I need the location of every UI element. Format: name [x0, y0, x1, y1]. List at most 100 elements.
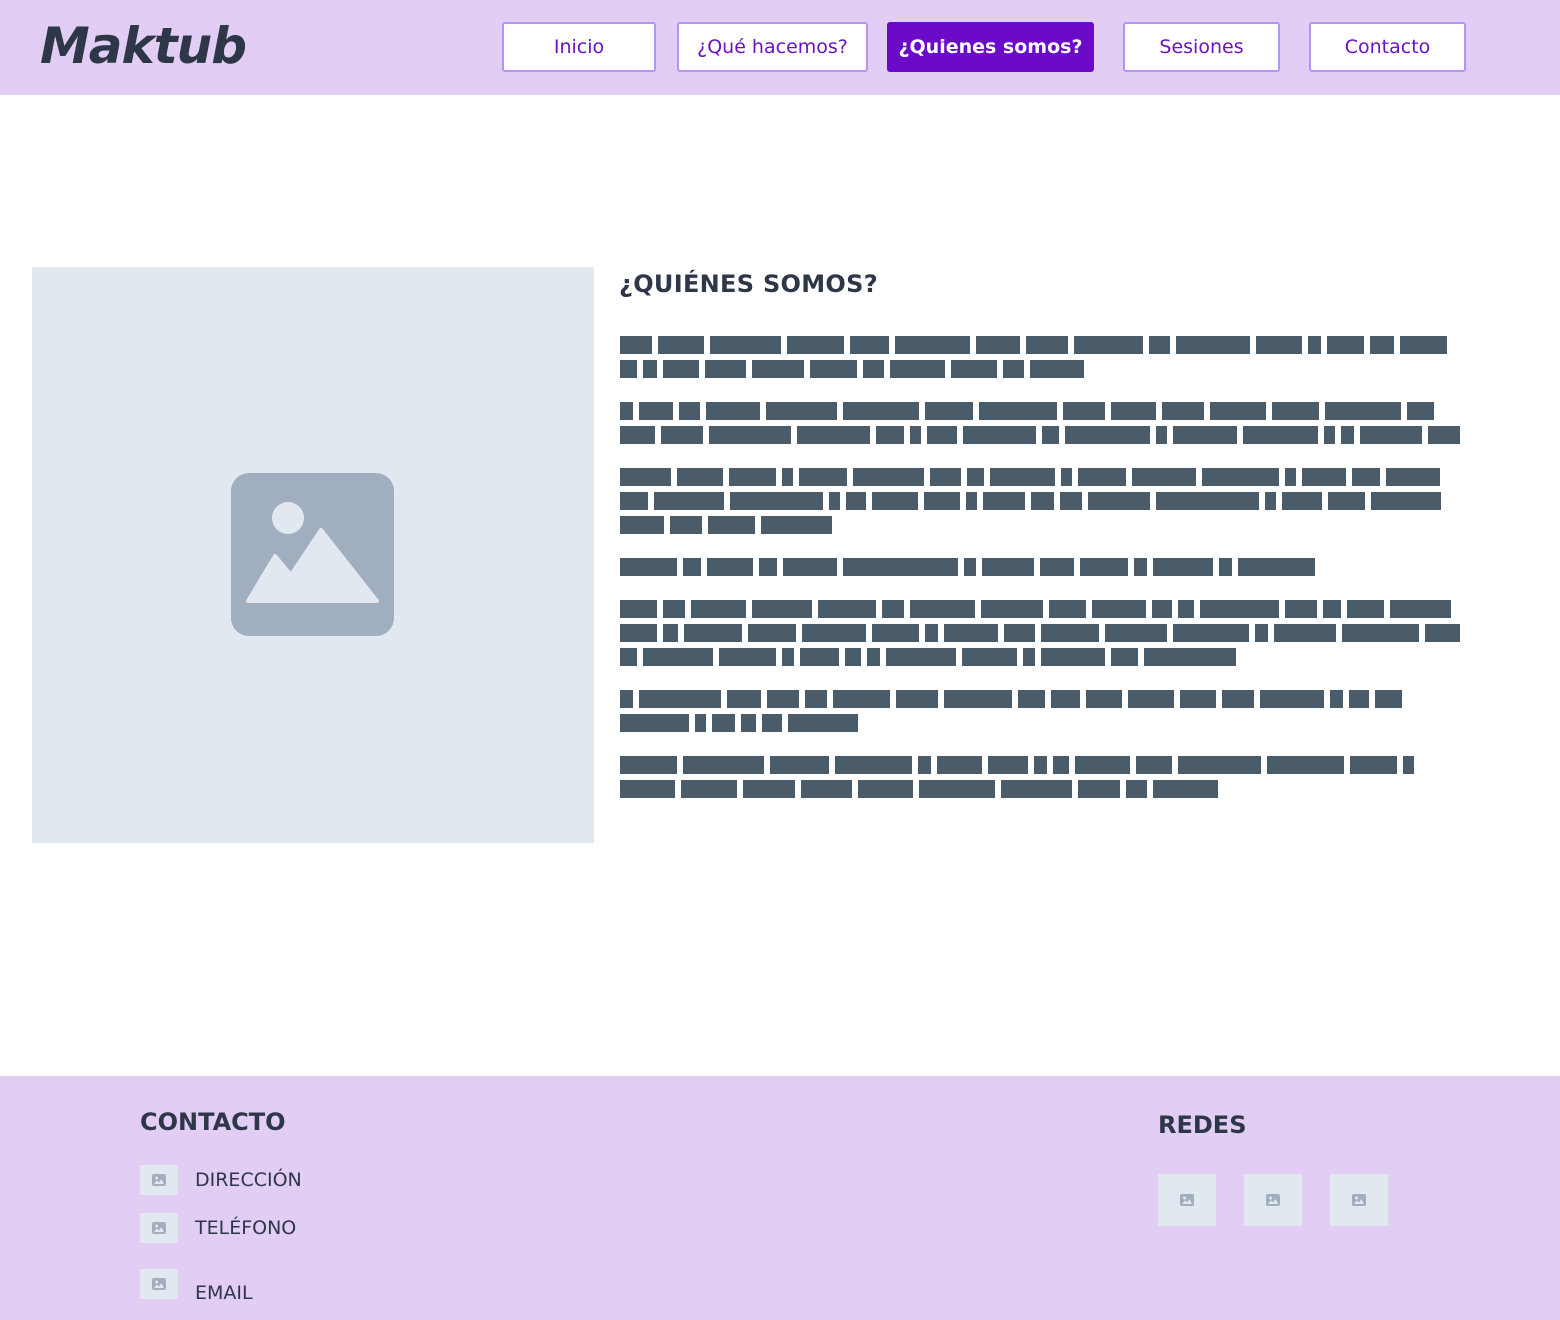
about-paragraph	[620, 558, 1460, 576]
redacted-word	[1308, 336, 1321, 354]
redacted-word	[1265, 492, 1276, 510]
redacted-word	[1178, 600, 1194, 618]
redacted-word	[1180, 690, 1216, 708]
text-line	[620, 648, 1460, 666]
redacted-word	[710, 336, 781, 354]
redacted-word	[979, 402, 1057, 420]
redacted-word	[1128, 690, 1174, 708]
contact-phone[interactable]: TELÉFONO	[140, 1213, 296, 1243]
redacted-word	[759, 558, 777, 576]
redacted-word	[1371, 492, 1441, 510]
redacted-word	[818, 600, 876, 618]
redacted-word	[846, 492, 866, 510]
redacted-word	[1176, 336, 1250, 354]
redacted-word	[767, 690, 799, 708]
redacted-word	[1042, 426, 1060, 444]
redacted-word	[620, 648, 637, 666]
redacted-word	[910, 600, 975, 618]
redacted-word	[800, 648, 839, 666]
redacted-word	[661, 426, 704, 444]
site-logo[interactable]: Maktub	[40, 16, 247, 76]
text-line	[620, 402, 1460, 420]
text-line	[620, 714, 1460, 732]
redacted-word	[1034, 756, 1047, 774]
redacted-word	[1111, 402, 1156, 420]
redacted-word	[1349, 690, 1369, 708]
redacted-word	[1144, 648, 1236, 666]
redacted-word	[1001, 780, 1072, 798]
redacted-word	[805, 690, 827, 708]
redacted-word	[1327, 336, 1364, 354]
social-link-2[interactable]	[1244, 1174, 1302, 1226]
redacted-word	[683, 558, 701, 576]
redacted-word	[709, 426, 791, 444]
text-line	[620, 600, 1460, 618]
redacted-word	[741, 714, 756, 732]
social-2-icon	[1266, 1194, 1280, 1206]
redacted-word	[788, 714, 858, 732]
social-link-1[interactable]	[1158, 1174, 1216, 1226]
nav-quienes-somos-button[interactable]: ¿Quienes somos?	[887, 22, 1094, 72]
redacted-word	[1282, 492, 1322, 510]
text-line	[620, 516, 1460, 534]
redacted-word	[643, 360, 657, 378]
redacted-word	[766, 402, 837, 420]
redacted-word	[1111, 648, 1138, 666]
redacted-word	[639, 690, 721, 708]
redacted-word	[1400, 336, 1447, 354]
redacted-word	[1152, 600, 1172, 618]
social-link-3[interactable]	[1330, 1174, 1388, 1226]
redacted-word	[654, 492, 724, 510]
contact-phone-label: TELÉFONO	[195, 1217, 297, 1239]
contact-email[interactable]: EMAIL	[140, 1264, 253, 1304]
redacted-word	[1153, 558, 1213, 576]
redacted-word	[799, 468, 847, 486]
nav-contacto-button[interactable]: Contacto	[1309, 22, 1466, 72]
redacted-word	[620, 690, 633, 708]
text-line	[620, 336, 1460, 354]
social-3-icon	[1352, 1194, 1366, 1206]
about-paragraph	[620, 600, 1461, 666]
redacted-word	[796, 426, 871, 444]
site-footer: CONTACTO DIRECCIÓN TELÉFONO EMAIL REDES	[0, 1076, 1560, 1320]
redacted-word	[937, 756, 982, 774]
redacted-word	[681, 780, 737, 798]
redacted-word	[706, 402, 760, 420]
redacted-word	[1424, 624, 1461, 642]
redacted-word	[782, 468, 793, 486]
redacted-word	[1219, 558, 1232, 576]
redacted-word	[982, 558, 1034, 576]
redacted-word	[1051, 690, 1080, 708]
redacted-word	[967, 468, 984, 486]
redacted-word	[643, 648, 713, 666]
redacted-word	[620, 516, 664, 534]
redacted-word	[872, 492, 918, 510]
redacted-word	[843, 402, 919, 420]
text-line	[620, 492, 1460, 510]
redacted-word	[663, 360, 699, 378]
redacted-word	[1285, 468, 1296, 486]
redacted-word	[1222, 690, 1254, 708]
redacted-word	[752, 600, 812, 618]
redacted-word	[1088, 492, 1150, 510]
contact-address[interactable]: DIRECCIÓN	[140, 1165, 302, 1195]
redacted-word	[730, 492, 823, 510]
nav-que-hacemos-button[interactable]: ¿Qué hacemos?	[677, 22, 868, 72]
text-line	[620, 558, 1460, 576]
redacted-word	[1031, 492, 1054, 510]
redacted-word	[620, 780, 675, 798]
redacted-word	[925, 402, 973, 420]
nav-inicio-button[interactable]: Inicio	[502, 22, 656, 72]
redacted-word	[850, 336, 889, 354]
redacted-word	[761, 516, 832, 534]
social-title: REDES	[1158, 1111, 1247, 1139]
redacted-word	[924, 492, 960, 510]
email-icon	[140, 1269, 178, 1299]
redacted-word	[1040, 558, 1074, 576]
redacted-word	[981, 600, 1043, 618]
redacted-word	[1386, 468, 1440, 486]
nav-sesiones-button[interactable]: Sesiones	[1123, 22, 1280, 72]
redacted-word	[1134, 558, 1147, 576]
redacted-word	[1049, 600, 1086, 618]
redacted-word	[1149, 336, 1170, 354]
